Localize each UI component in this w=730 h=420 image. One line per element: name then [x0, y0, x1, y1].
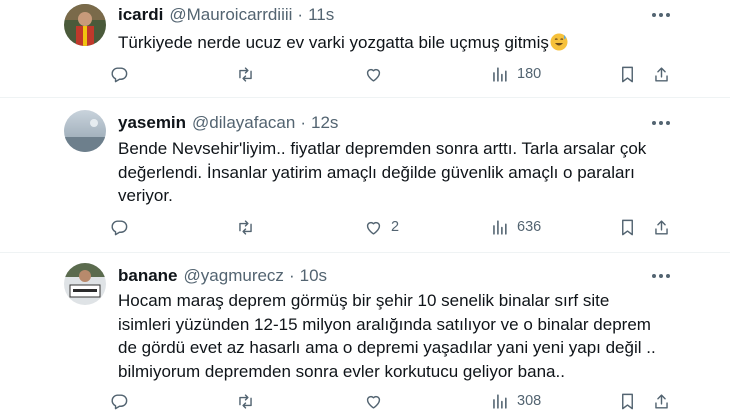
tweet[interactable]: icardi @Mauroicarrdiiii · 11s Türkiyede … [0, 0, 730, 96]
share-button[interactable] [652, 388, 671, 414]
reply-icon [110, 392, 129, 411]
views-chart-icon [490, 65, 509, 84]
share-button[interactable] [652, 61, 671, 87]
like-button[interactable] [364, 388, 391, 414]
user-handle[interactable]: @yagmurecz [184, 266, 284, 286]
retweet-button[interactable] [236, 214, 263, 240]
reply-button[interactable] [110, 214, 137, 240]
bookmark-icon [618, 65, 637, 84]
separator-dot: · [300, 113, 306, 132]
heart-icon [364, 218, 383, 237]
tweet-text-container: Türkiyede nerde ucuz ev varki yozgatta b… [118, 31, 688, 55]
share-icon [652, 65, 671, 84]
like-count: 2 [391, 219, 400, 235]
reply-icon [110, 65, 129, 84]
tweet[interactable]: yasemin @dilayafacan · 12s Bende Nevsehi… [0, 98, 730, 253]
share-icon [652, 218, 671, 237]
share-button[interactable] [652, 214, 671, 240]
tweet-text: Türkiyede nerde ucuz ev varki yozgatta b… [118, 33, 549, 52]
tweet-actions: 308 [110, 388, 680, 414]
views-button[interactable]: 180 [490, 61, 541, 87]
timestamp[interactable]: 12s [311, 113, 338, 133]
avatar[interactable] [64, 4, 106, 46]
bookmark-button[interactable] [618, 61, 637, 87]
timestamp[interactable]: 10s [300, 266, 327, 286]
sweat-smile-emoji [550, 33, 568, 51]
view-count: 180 [517, 66, 542, 82]
separator-dot: · [288, 266, 295, 285]
reply-button[interactable] [110, 388, 137, 414]
user-handle[interactable]: @dilayafacan [192, 113, 295, 133]
display-name[interactable]: yasemin [118, 113, 186, 133]
tweet-actions: 2 636 [110, 214, 680, 240]
more-options-icon[interactable] [650, 116, 672, 130]
more-options-icon[interactable] [650, 269, 672, 283]
views-button[interactable]: 636 [490, 214, 541, 240]
view-count: 636 [517, 219, 542, 235]
reply-button[interactable] [110, 61, 137, 87]
timestamp[interactable]: 11s [308, 5, 334, 25]
reply-icon [110, 218, 129, 237]
views-chart-icon [490, 218, 509, 237]
more-options-icon[interactable] [650, 8, 672, 22]
tweet-actions: 180 [110, 61, 680, 87]
like-button[interactable] [364, 61, 391, 87]
avatar[interactable] [64, 110, 106, 152]
views-button[interactable]: 308 [490, 388, 541, 414]
tweet-text: Bende Nevsehir'liyim.. fiyatlar depremde… [118, 139, 647, 205]
separator-dot: · [297, 5, 304, 24]
display-name[interactable]: banane [118, 266, 178, 286]
avatar[interactable] [64, 263, 106, 305]
bookmark-button[interactable] [618, 214, 637, 240]
bookmark-icon [618, 218, 637, 237]
share-icon [652, 392, 671, 411]
retweet-icon [236, 65, 255, 84]
retweet-icon [236, 218, 255, 237]
retweet-button[interactable] [236, 61, 263, 87]
heart-icon [364, 65, 383, 84]
views-chart-icon [490, 392, 509, 411]
bookmark-button[interactable] [618, 388, 637, 414]
bookmark-icon [618, 392, 637, 411]
display-name[interactable]: icardi [118, 5, 163, 25]
tweet[interactable]: banane @yagmurecz · 10s Hocam maraş depr… [0, 253, 730, 420]
like-button[interactable]: 2 [364, 214, 399, 240]
retweet-button[interactable] [236, 388, 263, 414]
view-count: 308 [517, 393, 542, 409]
user-handle[interactable]: @Mauroicarrdiiii [169, 5, 292, 25]
tweet-text: Hocam maraş deprem görmüş bir şehir 10 s… [118, 291, 656, 381]
heart-icon [364, 392, 383, 411]
retweet-icon [236, 392, 255, 411]
